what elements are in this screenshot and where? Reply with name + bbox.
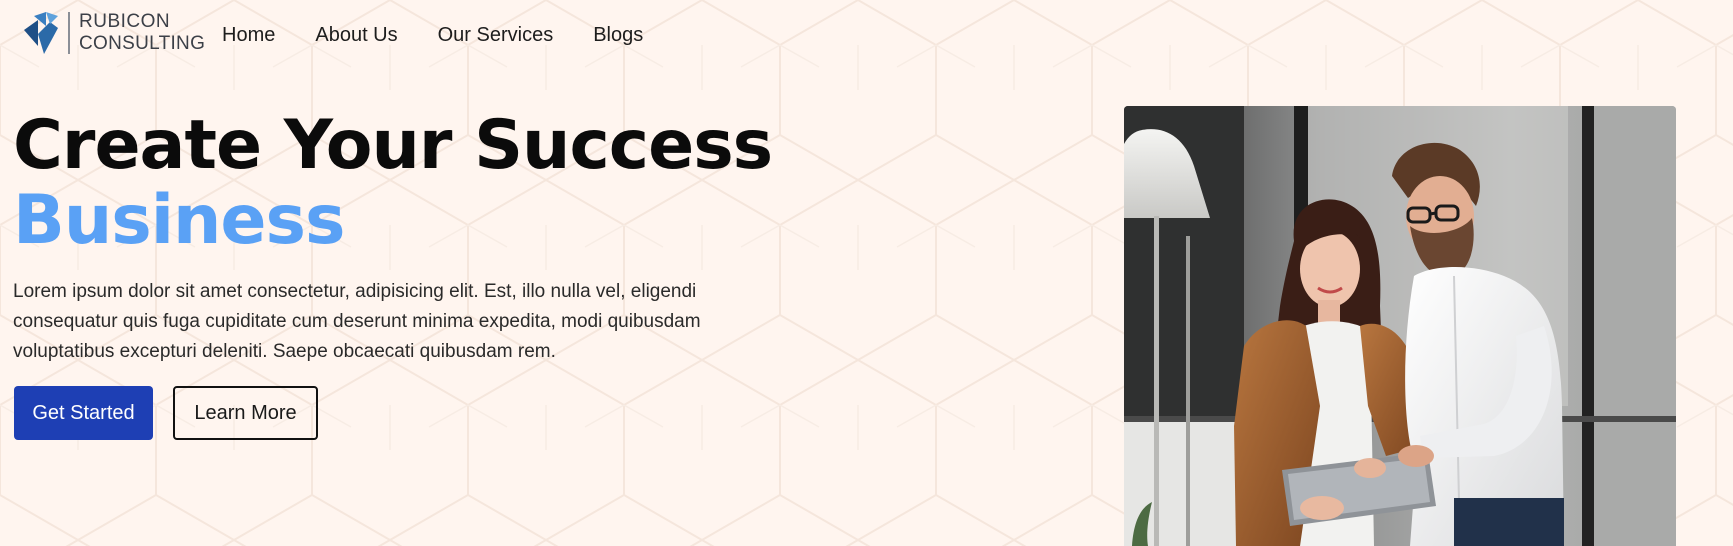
brand-name-line2: CONSULTING: [79, 33, 206, 54]
hero-description: Lorem ipsum dolor sit amet consectetur, …: [13, 281, 701, 362]
nav-item-our-services[interactable]: Our Services: [438, 22, 554, 48]
nav-item-home[interactable]: Home: [222, 22, 275, 48]
rubicon-logo-icon: [24, 12, 58, 54]
main-nav: Home About Us Our Services Blogs: [222, 22, 683, 48]
site-header: RUBICON CONSULTING Home About Us Our Ser…: [0, 0, 1733, 70]
hero-title-line1: Create Your Success: [13, 106, 773, 185]
get-started-button[interactable]: Get Started: [14, 386, 153, 440]
brand-logo[interactable]: RUBICON CONSULTING: [24, 10, 214, 56]
hero-title-accent: Business: [13, 181, 346, 260]
business-team-photo: [1124, 106, 1676, 546]
logo-divider: [68, 12, 70, 54]
brand-name-line1: RUBICON: [79, 11, 171, 32]
nav-item-blogs[interactable]: Blogs: [593, 22, 643, 48]
hero-title: Create Your Success Business: [13, 106, 773, 260]
nav-item-about-us[interactable]: About Us: [315, 22, 397, 48]
brand-name: RUBICON CONSULTING: [79, 10, 205, 53]
learn-more-button[interactable]: Learn More: [173, 386, 318, 440]
